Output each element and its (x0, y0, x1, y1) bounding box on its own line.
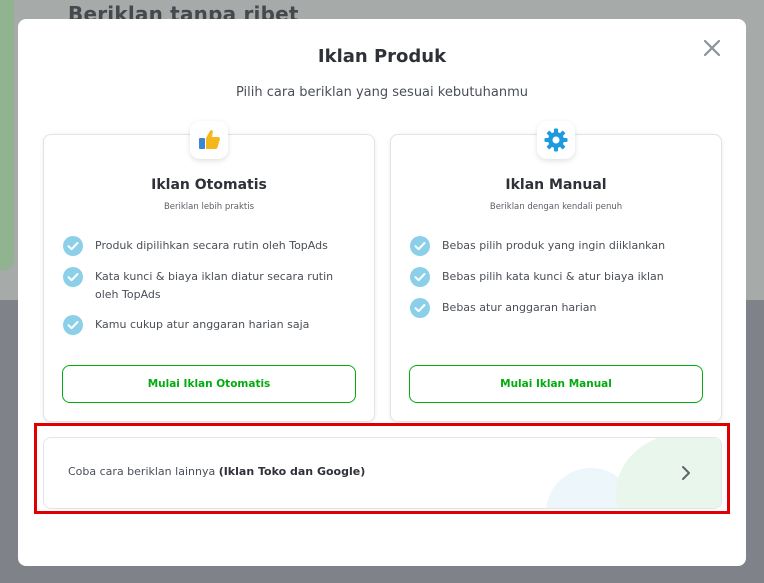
card-title: Iklan Otomatis (151, 177, 267, 193)
card-subtitle: Beriklan dengan kendali penuh (489, 202, 623, 212)
manual-ads-card: Iklan Manual Beriklan dengan kendali pen… (390, 121, 722, 422)
start-auto-ads-button[interactable]: Mulai Iklan Otomatis (62, 365, 356, 403)
feature-text: Kata kunci & biaya iklan diatur secara r… (95, 270, 334, 301)
feature-item: Kamu cukup atur anggaran harian saja (62, 315, 356, 335)
card-title: Iklan Manual (505, 177, 607, 193)
check-circle-icon (63, 315, 83, 335)
feature-item: Bebas pilih kata kunci & atur biaya ikla… (409, 267, 703, 287)
auto-ads-card: Iklan Otomatis Beriklan lebih praktis Pr… (43, 121, 375, 422)
start-manual-ads-button[interactable]: Mulai Iklan Manual (409, 365, 703, 403)
check-circle-icon (63, 236, 83, 256)
modal-title: Iklan Produk (317, 46, 447, 67)
check-circle-icon (410, 236, 430, 256)
background-banner (0, 0, 14, 270)
check-circle-icon (63, 267, 83, 287)
feature-text: Kamu cukup atur anggaran harian saja (95, 318, 310, 331)
feature-item: Bebas pilih produk yang ingin diiklankan (409, 236, 703, 256)
feature-list: Produk dipilihkan secara rutin oleh TopA… (62, 236, 356, 347)
feature-text: Bebas atur anggaran harian (442, 301, 597, 314)
check-circle-icon (410, 267, 430, 287)
feature-text: Bebas pilih kata kunci & atur biaya ikla… (442, 270, 664, 283)
feature-list: Bebas pilih produk yang ingin diiklankan… (409, 236, 703, 330)
highlight-box (34, 423, 730, 514)
feature-text: Bebas pilih produk yang ingin diiklankan (442, 239, 666, 252)
feature-item: Bebas atur anggaran harian (409, 298, 703, 318)
feature-item: Kata kunci & biaya iklan diatur secara r… (62, 267, 356, 304)
feature-text: Produk dipilihkan secara rutin oleh TopA… (95, 239, 328, 252)
modal-subtitle: Pilih cara beriklan yang sesuai kebutuha… (235, 85, 529, 100)
thumbs-up-icon (190, 121, 228, 159)
gear-icon (537, 121, 575, 159)
check-circle-icon (410, 298, 430, 318)
card-subtitle: Beriklan lebih praktis (163, 202, 255, 212)
feature-item: Produk dipilihkan secara rutin oleh TopA… (62, 236, 356, 256)
